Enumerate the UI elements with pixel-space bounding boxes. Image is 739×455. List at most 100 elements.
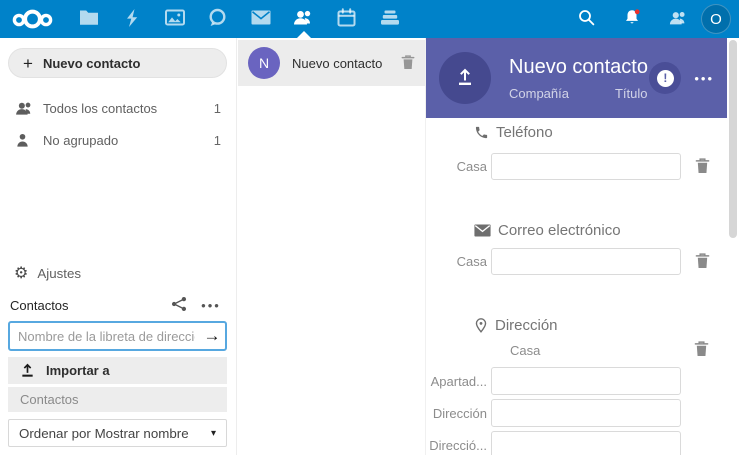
sort-select-value: Ordenar por Mostrar nombre [19, 426, 189, 441]
delete-contact-button[interactable] [401, 54, 415, 73]
phone-input[interactable] [491, 153, 681, 180]
app-switcher [67, 0, 411, 38]
chevron-down-icon: ▾ [211, 428, 216, 439]
addressbook-name-input[interactable] [8, 321, 227, 351]
contact-fullname[interactable]: Nuevo contacto [509, 56, 648, 79]
group-count: 1 [214, 101, 221, 116]
phone-type-label[interactable]: Casa [426, 159, 487, 174]
contact-info-button[interactable]: ! [649, 62, 681, 94]
app-mail-button[interactable] [239, 0, 282, 38]
delete-email-button[interactable] [695, 252, 710, 272]
group-label: No agrupado [43, 133, 118, 148]
address-street-label: Dirección [426, 406, 487, 421]
address-extended-label: Direcció... [426, 438, 487, 453]
mail-icon [251, 10, 271, 28]
app-photos-button[interactable] [153, 0, 196, 38]
mail-icon [474, 224, 491, 237]
delete-phone-button[interactable] [695, 157, 710, 177]
email-type-label[interactable]: Casa [426, 254, 487, 269]
sidebar-item-all-contacts[interactable]: Todos los contactos 1 [0, 95, 236, 121]
detail-scrollbar[interactable] [729, 40, 737, 455]
contact-list-item[interactable]: N Nuevo contacto [238, 40, 425, 86]
app-deck-button[interactable] [368, 0, 411, 38]
address-street-row: Dirección [426, 399, 727, 427]
exclamation-glyph: ! [663, 71, 667, 85]
import-button[interactable]: Importar a [8, 357, 227, 384]
scrollbar-thumb[interactable] [729, 40, 737, 238]
submit-addressbook-button[interactable]: → [199, 321, 225, 351]
contact-more-button[interactable]: ••• [694, 71, 714, 86]
address-pobox-label: Apartad... [426, 374, 487, 389]
calendar-icon [337, 8, 356, 30]
delete-address-button[interactable] [694, 340, 709, 360]
app-talk-button[interactable] [196, 0, 239, 38]
addressbook-header: Contactos ••• [8, 293, 227, 317]
email-section-heading: Correo electrónico [474, 221, 727, 239]
import-target-row[interactable]: Contactos [8, 387, 227, 412]
notifications-button[interactable] [609, 0, 655, 38]
phone-row: Casa [426, 153, 727, 180]
deck-icon [380, 9, 400, 29]
bell-icon [623, 8, 642, 30]
phone-section-heading: Teléfono [474, 123, 727, 141]
user-avatar[interactable]: O [701, 4, 731, 34]
contacts-menu-button[interactable] [655, 0, 701, 38]
gear-icon: ⚙ [14, 265, 28, 281]
settings-button[interactable]: ⚙ Ajustes [0, 260, 236, 286]
contact-name: Nuevo contacto [292, 56, 382, 71]
location-pin-icon [474, 317, 488, 334]
plus-icon: + [23, 55, 33, 72]
new-contact-button[interactable]: + Nuevo contacto [8, 48, 227, 78]
sidebar: + Nuevo contacto Todos los contactos 1 N… [0, 38, 237, 455]
app-files-button[interactable] [67, 0, 110, 38]
import-target-label: Contactos [20, 392, 79, 407]
nextcloud-logo-icon[interactable] [10, 6, 58, 32]
share-addressbook-button[interactable] [163, 293, 195, 317]
contact-detail-header: Nuevo contacto Compañía Título ! ••• [426, 38, 727, 118]
address-extended-input[interactable] [491, 431, 681, 455]
app-calendar-button[interactable] [325, 0, 368, 38]
address-type-label[interactable]: Casa [510, 343, 540, 358]
email-row: Casa [426, 248, 727, 275]
upload-photo-button[interactable] [439, 52, 491, 104]
upload-icon [20, 363, 35, 378]
topbar-right-actions: O [563, 0, 739, 38]
contacts-group-icon [15, 101, 35, 116]
import-label: Importar a [46, 363, 110, 378]
group-label: Todos los contactos [43, 101, 157, 116]
company-field[interactable]: Compañía [509, 86, 569, 101]
contact-title-block: Nuevo contacto Compañía Título [509, 56, 648, 101]
trash-icon [694, 340, 709, 360]
app-activity-button[interactable] [110, 0, 153, 38]
avatar-initial: O [710, 11, 722, 28]
contact-detail-panel: Nuevo contacto Compañía Título ! ••• [425, 38, 739, 455]
address-type-row: Casa [426, 341, 727, 359]
search-button[interactable] [563, 0, 609, 38]
address-pobox-row: Apartad... [426, 367, 727, 395]
photos-icon [165, 9, 185, 29]
addressbook-more-button[interactable]: ••• [195, 293, 227, 317]
ellipsis-icon: ••• [694, 71, 714, 86]
detail-header-actions: ! ••• [649, 62, 714, 94]
trash-icon [695, 157, 710, 177]
address-street-input[interactable] [491, 399, 681, 427]
address-section-label: Dirección [495, 317, 558, 334]
arrow-right-icon: → [204, 326, 221, 345]
group-count: 1 [214, 133, 221, 148]
email-input[interactable] [491, 248, 681, 275]
trash-icon [695, 252, 710, 272]
phone-section-label: Teléfono [496, 124, 553, 141]
people-icon [669, 10, 688, 29]
phone-icon [474, 125, 489, 140]
talk-icon [208, 8, 227, 30]
email-section-label: Correo electrónico [498, 222, 621, 239]
upload-icon [455, 67, 475, 90]
app-contacts-button[interactable] [282, 0, 325, 38]
sidebar-item-not-grouped[interactable]: No agrupado 1 [0, 127, 236, 153]
sort-select[interactable]: Ordenar por Mostrar nombre ▾ [8, 419, 227, 447]
jobtitle-field[interactable]: Título [615, 86, 648, 101]
address-pobox-input[interactable] [491, 367, 681, 395]
new-addressbook-form: → [8, 321, 227, 351]
settings-label: Ajustes [37, 266, 81, 281]
ellipsis-icon: ••• [201, 299, 221, 312]
